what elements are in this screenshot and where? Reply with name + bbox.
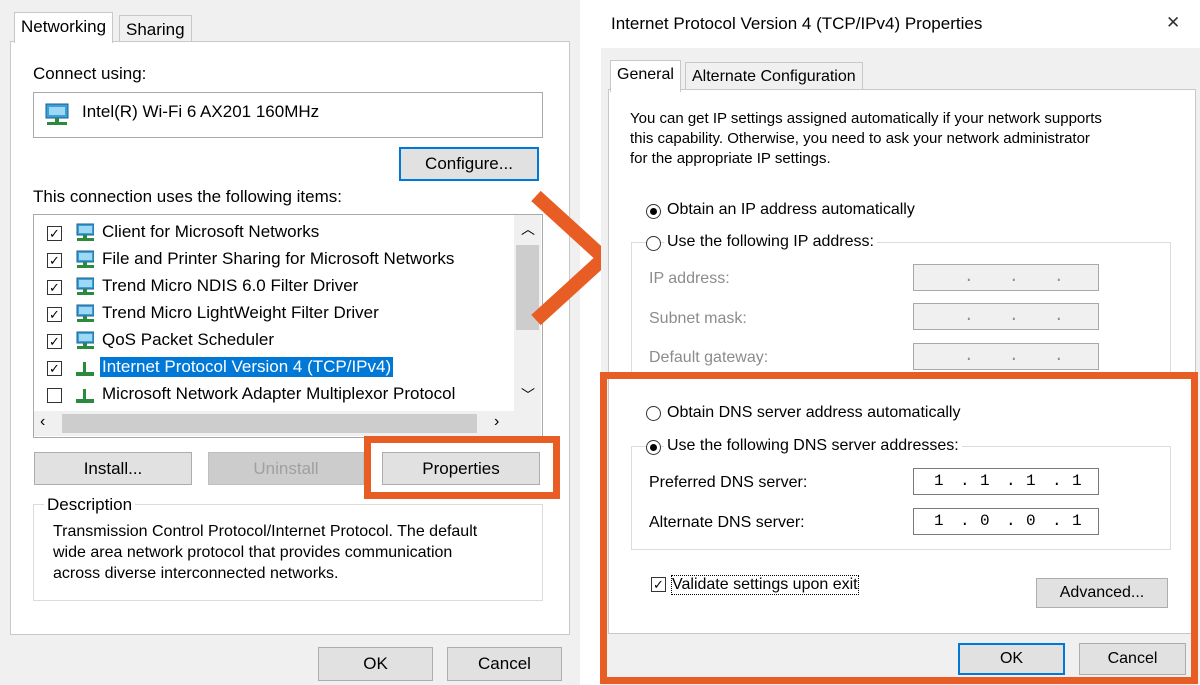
obtain-ip-radio[interactable] (646, 204, 661, 219)
description-line-3: across diverse interconnected networks. (53, 565, 339, 582)
list-item[interactable]: ✓ Trend Micro NDIS 6.0 Filter Driver (34, 274, 514, 301)
close-icon[interactable]: ✕ (1166, 13, 1180, 33)
subnet-mask-label: Subnet mask: (649, 310, 747, 327)
tab-alternate-label: Alternate Configuration (692, 68, 856, 85)
network-component-icon (76, 277, 94, 295)
ip-dot: . (964, 307, 974, 325)
list-item[interactable]: ✓ QoS Packet Scheduler (34, 328, 514, 355)
list-item[interactable]: ✓ Internet Protocol Version 4 (TCP/IPv4) (34, 355, 514, 382)
adapter-name: Intel(R) Wi-Fi 6 AX201 160MHz (82, 102, 320, 121)
item-label: Client for Microsoft Networks (102, 222, 320, 241)
scrollbar-corner (514, 411, 541, 436)
description-line-1: Transmission Control Protocol/Internet P… (53, 523, 478, 540)
tab-networking[interactable]: Networking (14, 12, 114, 43)
description-line-2: wide area network protocol that provides… (53, 544, 453, 561)
scroll-right-icon[interactable]: › (494, 413, 499, 431)
network-component-icon (76, 223, 94, 241)
tab-alternate-configuration[interactable]: Alternate Configuration (685, 62, 863, 92)
obtain-ip-label[interactable]: Obtain an IP address automatically (667, 201, 915, 219)
subnet-mask-field[interactable]: ... (913, 303, 1099, 330)
properties-highlight-box (364, 436, 560, 499)
item-label: QoS Packet Scheduler (102, 330, 274, 349)
tab-general[interactable]: General (610, 60, 681, 92)
dns-highlight-box (600, 372, 1198, 684)
intro-line-3: for the appropriate IP settings. (630, 150, 831, 167)
ip-dot: . (1054, 268, 1064, 286)
default-gateway-field[interactable]: ... (913, 343, 1099, 370)
default-gateway-label: Default gateway: (649, 349, 769, 366)
list-item[interactable]: ✓ File and Printer Sharing for Microsoft … (34, 247, 514, 274)
tab-sharing[interactable]: Sharing (119, 15, 192, 44)
use-ip-label[interactable]: Use the following IP address: (664, 233, 877, 251)
ip-dot: . (964, 268, 974, 286)
ip-address-field[interactable]: ... (913, 264, 1099, 291)
item-label: Microsoft Network Adapter Multiplexor Pr… (102, 384, 456, 403)
scroll-left-icon[interactable]: ‹ (40, 413, 45, 431)
item-checkbox[interactable]: ✓ (47, 307, 62, 322)
description-title: Description (44, 495, 136, 515)
ip-dot: . (1009, 347, 1019, 365)
intro-line-1: You can get IP settings assigned automat… (630, 110, 1102, 127)
horizontal-scrollbar[interactable]: ‹ › (34, 411, 514, 436)
tab-general-label: General (617, 66, 674, 83)
tab-sharing-label: Sharing (126, 20, 185, 39)
left-ok-button[interactable]: OK (318, 647, 433, 681)
ip-dot: . (964, 347, 974, 365)
items-list[interactable]: ✓ Client for Microsoft Networks ✓ File and … (33, 214, 543, 438)
adapter-field: Intel(R) Wi-Fi 6 AX201 160MHz (33, 92, 543, 138)
dialog-title: Internet Protocol Version 4 (TCP/IPv4) P… (611, 14, 983, 33)
uninstall-button[interactable]: Uninstall (208, 452, 364, 485)
left-cancel-button[interactable]: Cancel (447, 647, 562, 681)
tab-networking-label: Networking (21, 17, 107, 36)
ip-dot: . (1054, 307, 1064, 325)
ip-dot: . (1009, 268, 1019, 286)
item-checkbox[interactable] (47, 388, 62, 403)
items-list-label: This connection uses the following items… (33, 187, 342, 206)
intro-line-2: this capability. Otherwise, you need to … (630, 130, 1090, 147)
network-component-icon (76, 304, 94, 322)
ip-address-label: IP address: (649, 270, 730, 287)
connect-using-label: Connect using: (33, 64, 147, 83)
configure-button[interactable]: Configure... (399, 147, 539, 181)
use-ip-radio[interactable] (646, 236, 661, 251)
item-checkbox[interactable]: ✓ (47, 334, 62, 349)
install-button[interactable]: Install... (34, 452, 192, 485)
protocol-icon (76, 362, 94, 376)
item-checkbox[interactable]: ✓ (47, 226, 62, 241)
ip-dot: . (1009, 307, 1019, 325)
item-checkbox[interactable]: ✓ (47, 253, 62, 268)
network-component-icon (76, 250, 94, 268)
ip-dot: . (1054, 347, 1064, 365)
item-label: Internet Protocol Version 4 (TCP/IPv4) (98, 356, 395, 378)
scroll-down-icon[interactable]: ﹀ (521, 385, 535, 405)
item-label: Trend Micro NDIS 6.0 Filter Driver (102, 276, 359, 295)
list-item[interactable]: ✓ Client for Microsoft Networks (34, 220, 514, 247)
item-label: Trend Micro LightWeight Filter Driver (102, 303, 379, 322)
item-label: File and Printer Sharing for Microsoft N… (102, 249, 455, 268)
list-item[interactable]: Microsoft Network Adapter Multiplexor Pr… (34, 382, 514, 409)
protocol-icon (76, 389, 94, 403)
item-checkbox[interactable]: ✓ (47, 280, 62, 295)
h-scrollbar-thumb[interactable] (62, 414, 477, 433)
item-checkbox[interactable]: ✓ (47, 361, 62, 376)
network-adapter-icon (45, 103, 69, 125)
network-component-icon (76, 331, 94, 349)
list-item[interactable]: ✓ Trend Micro LightWeight Filter Driver (34, 301, 514, 328)
